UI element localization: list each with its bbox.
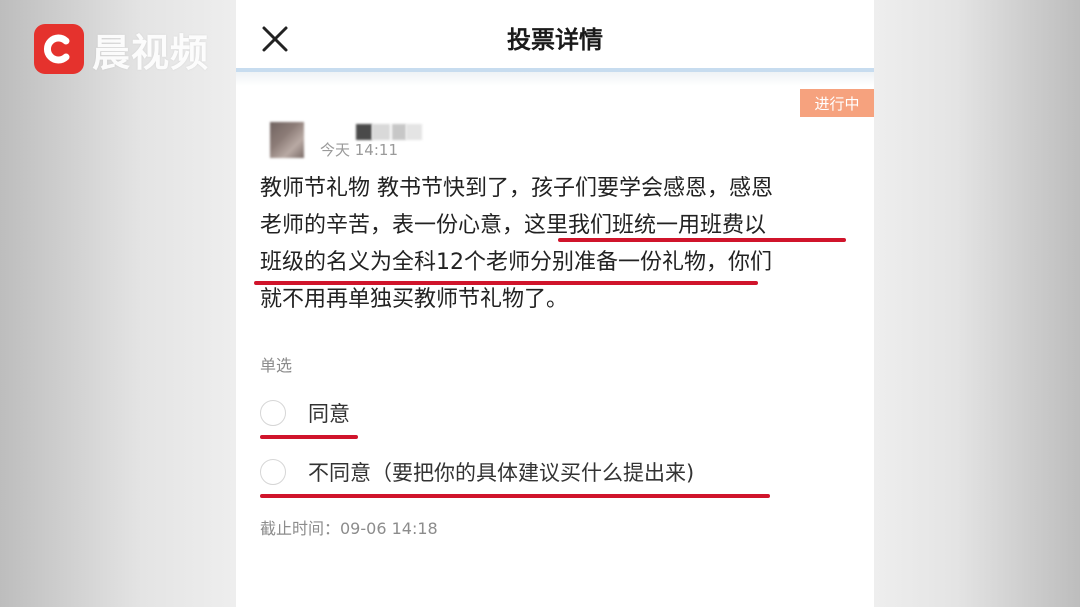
page-title: 投票详情 xyxy=(507,26,603,54)
description-line: 教师节礼物 教书节快到了，孩子们要学会感恩，感恩 xyxy=(260,176,773,201)
vote-detail-screen: 投票详情 进行中 今天 14:11 教师节礼物 教书节快到了，孩子们要学会感恩，… xyxy=(236,0,874,607)
emphasis-underline xyxy=(260,435,358,439)
emphasis-underline xyxy=(254,281,758,285)
avatar xyxy=(270,122,304,158)
vote-option-agree[interactable]: 同意 xyxy=(260,398,350,428)
emphasis-underline xyxy=(558,238,846,242)
description-line: 就不用再单独买教师节礼物了。 xyxy=(260,287,569,312)
video-watermark: 晨视频 xyxy=(34,24,210,75)
top-bar: 投票详情 xyxy=(236,0,874,70)
vote-option-disagree[interactable]: 不同意（要把你的具体建议买什么提出来) xyxy=(260,457,694,487)
status-badge: 进行中 xyxy=(800,89,874,117)
blurred-left-panel xyxy=(0,0,236,607)
header-shadow xyxy=(236,72,874,86)
option-label: 同意 xyxy=(308,402,350,426)
watermark-text: 晨视频 xyxy=(92,30,210,75)
play-logo-icon xyxy=(34,24,84,74)
username-redacted xyxy=(356,124,422,140)
vote-deadline: 截止时间：09-06 14:18 xyxy=(260,519,438,538)
selection-type: 单选 xyxy=(260,356,293,375)
vote-description: 教师节礼物 教书节快到了，孩子们要学会感恩，感恩 老师的辛苦，表一份心意，这里我… xyxy=(260,170,860,318)
emphasis-underline xyxy=(260,494,770,498)
post-timestamp: 今天 14:11 xyxy=(320,141,398,159)
radio-button[interactable] xyxy=(260,459,286,485)
radio-button[interactable] xyxy=(260,400,286,426)
blurred-right-panel xyxy=(874,0,1080,607)
option-label: 不同意（要把你的具体建议买什么提出来) xyxy=(308,461,695,485)
description-line: 班级的名义为全科12个老师分别准备一份礼物，你们 xyxy=(260,250,772,275)
